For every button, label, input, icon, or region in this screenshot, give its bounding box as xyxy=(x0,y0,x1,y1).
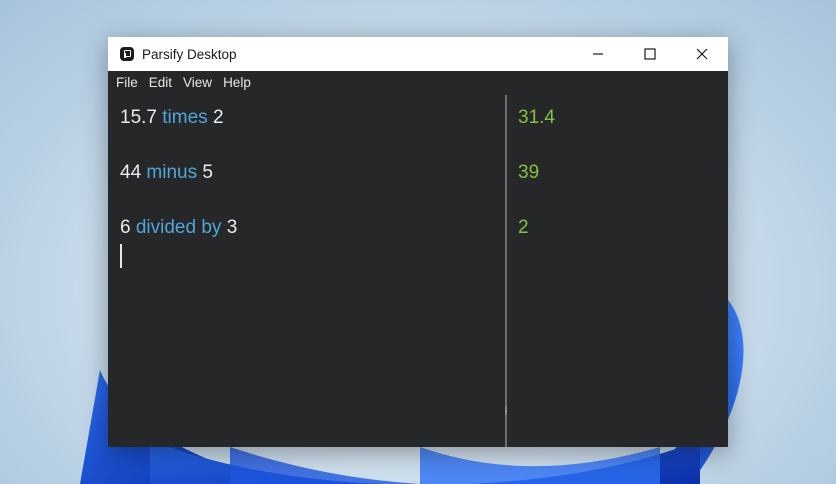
menu-help[interactable]: Help xyxy=(223,75,251,90)
title-bar[interactable]: Parsify Desktop xyxy=(108,37,728,71)
expression-operand: 5 xyxy=(202,162,213,183)
expression-editor[interactable]: 15.7 times 2 44 minus 5 6 divided by 3 xyxy=(108,93,504,447)
expression-operator: divided by xyxy=(135,217,222,238)
divider-grip-handle[interactable] xyxy=(505,407,507,415)
expression-operator: minus xyxy=(146,162,198,183)
menu-bar: File Edit View Help xyxy=(108,71,728,93)
close-button[interactable] xyxy=(676,37,728,71)
expression-operator: times xyxy=(162,107,208,128)
window-title: Parsify Desktop xyxy=(142,46,237,62)
results-pane: 31.4 39 2 xyxy=(508,93,728,447)
close-icon xyxy=(696,48,708,60)
maximize-button[interactable] xyxy=(624,37,676,71)
minimize-icon xyxy=(593,53,603,55)
app-window: Parsify Desktop File Edit View Help 15.7… xyxy=(108,37,728,447)
minimize-button[interactable] xyxy=(572,37,624,71)
pane-divider[interactable] xyxy=(505,95,507,447)
text-caret xyxy=(120,244,122,268)
menu-view[interactable]: View xyxy=(183,75,212,90)
expression-operand: 44 xyxy=(120,162,142,183)
result-value: 2 xyxy=(518,217,529,238)
result-value: 39 xyxy=(518,162,540,183)
expression-line: 6 divided by 3 xyxy=(120,217,237,239)
expression-line: 44 minus 5 xyxy=(120,162,213,184)
menu-file[interactable]: File xyxy=(116,75,138,90)
expression-line: 15.7 times 2 xyxy=(120,107,224,129)
expression-operand: 15.7 xyxy=(120,107,157,128)
expression-operand: 2 xyxy=(212,107,224,128)
result-value: 31.4 xyxy=(518,107,555,128)
expression-operand: 6 xyxy=(120,217,131,238)
parsify-logo-icon xyxy=(120,47,134,61)
window-controls xyxy=(572,37,728,71)
maximize-icon xyxy=(644,48,656,60)
expression-operand: 3 xyxy=(226,217,238,238)
menu-edit[interactable]: Edit xyxy=(149,75,172,90)
